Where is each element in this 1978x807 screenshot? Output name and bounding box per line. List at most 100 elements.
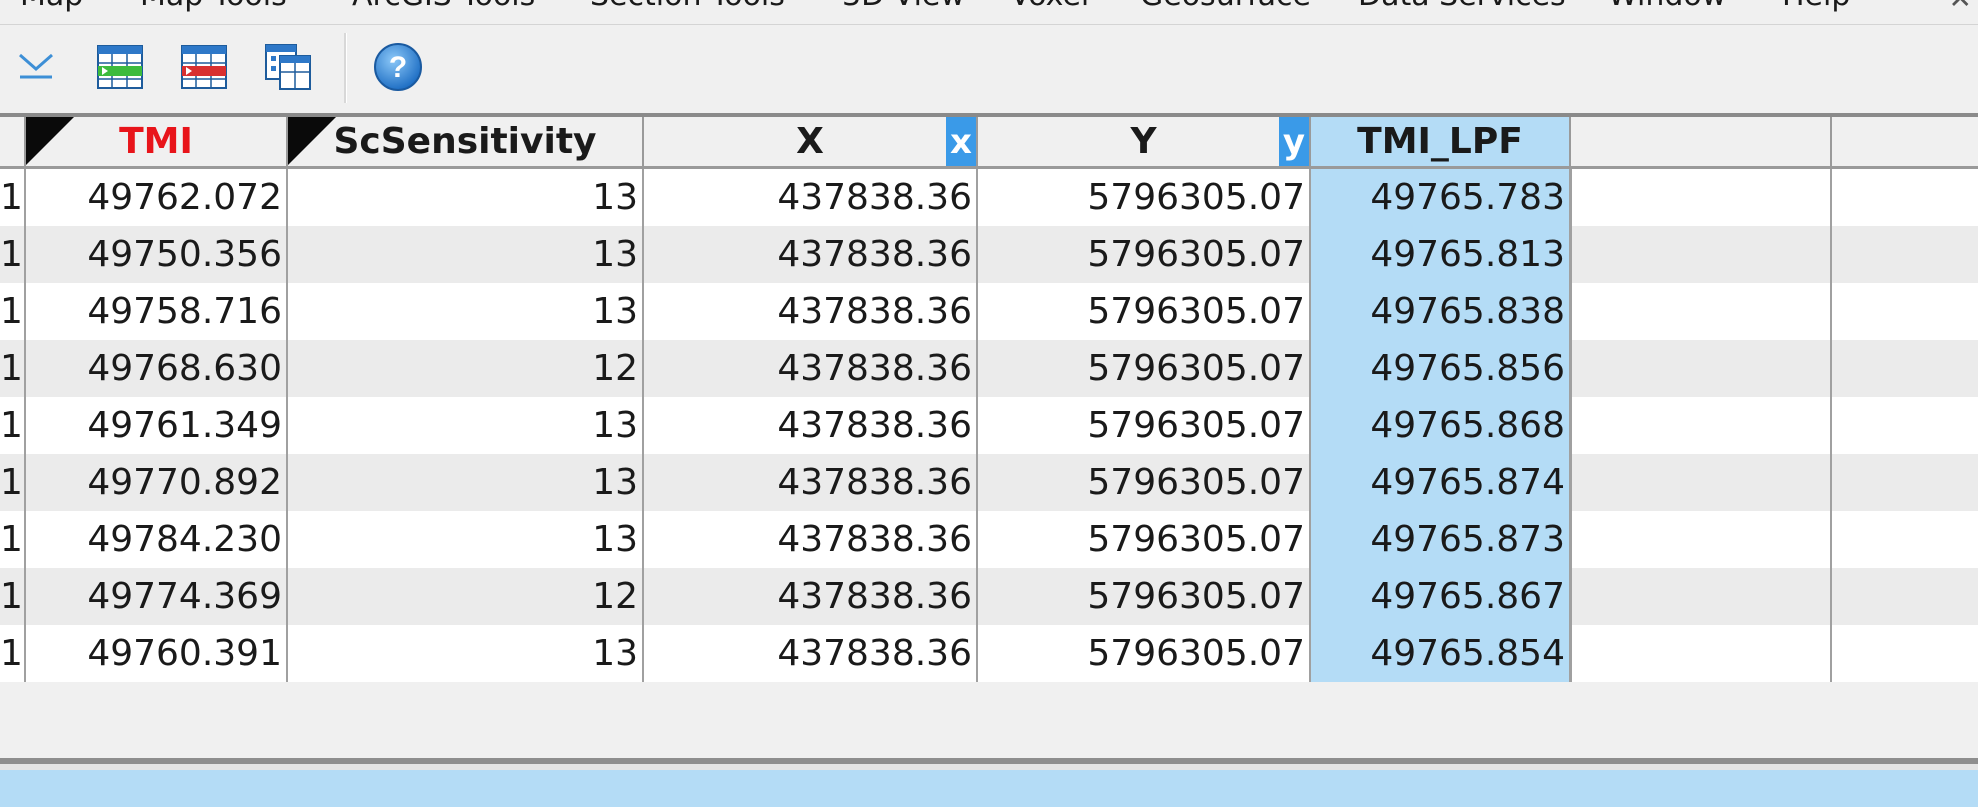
tmi-cell[interactable]: 49761.349: [26, 397, 288, 454]
tmi-lpf-cell[interactable]: 49765.873: [1311, 511, 1571, 568]
locked-column-marker: [26, 117, 74, 165]
grid-properties-button[interactable]: [262, 41, 314, 93]
y-cell[interactable]: 5796305.07: [978, 511, 1311, 568]
y-cell[interactable]: 5796305.07: [978, 283, 1311, 340]
menu-arcgis-tools[interactable]: ArcGIS Tools: [352, 0, 535, 13]
menu-voxel[interactable]: Voxel: [1010, 0, 1089, 13]
scsensitivity-cell[interactable]: 13: [288, 511, 644, 568]
locked-column-marker: [288, 117, 336, 165]
column-header-empty[interactable]: [1571, 117, 1832, 166]
scsensitivity-cell[interactable]: 13: [288, 226, 644, 283]
column-header-tmi-lpf[interactable]: TMI_LPF: [1311, 117, 1571, 166]
column-divider: [1830, 169, 1832, 682]
table-delete-row-icon: [181, 45, 227, 89]
y-cell[interactable]: 5796305.07: [978, 568, 1311, 625]
close-icon[interactable]: ✕: [1949, 0, 1972, 15]
menu-window[interactable]: Window: [1608, 0, 1726, 13]
scsensitivity-cell[interactable]: 13: [288, 454, 644, 511]
scsensitivity-cell[interactable]: 13: [288, 397, 644, 454]
menu-help[interactable]: Help: [1782, 0, 1850, 13]
scsensitivity-cell[interactable]: 12: [288, 568, 644, 625]
scsensitivity-cell[interactable]: 13: [288, 283, 644, 340]
menu-geosurface[interactable]: Geosurface: [1140, 0, 1311, 13]
row-index-cell[interactable]: 1: [0, 226, 26, 283]
y-cell[interactable]: 5796305.07: [978, 169, 1311, 226]
table-add-row-icon: [97, 45, 143, 89]
y-cell[interactable]: 5796305.07: [978, 226, 1311, 283]
collapse-down-icon: [19, 53, 53, 79]
table-row[interactable]: 1 49761.349 13 437838.36 5796305.07 4976…: [0, 397, 1978, 454]
x-cell[interactable]: 437838.36: [644, 511, 978, 568]
table-row[interactable]: 1 49784.230 13 437838.36 5796305.07 4976…: [0, 511, 1978, 568]
table-row[interactable]: 1 49774.369 12 437838.36 5796305.07 4976…: [0, 568, 1978, 625]
table-row[interactable]: 1 49770.892 13 437838.36 5796305.07 4976…: [0, 454, 1978, 511]
scsensitivity-cell[interactable]: 12: [288, 340, 644, 397]
x-cell[interactable]: 437838.36: [644, 226, 978, 283]
row-index-cell[interactable]: 1: [0, 511, 26, 568]
x-cell[interactable]: 437838.36: [644, 340, 978, 397]
column-header-label: X: [796, 121, 824, 162]
table-row[interactable]: 1 49762.072 13 437838.36 5796305.07 4976…: [0, 169, 1978, 226]
menu-3d-view[interactable]: 3D View: [842, 0, 965, 13]
y-cell[interactable]: 5796305.07: [978, 454, 1311, 511]
scsensitivity-cell[interactable]: 13: [288, 169, 644, 226]
menu-section-tools[interactable]: Section Tools: [590, 0, 785, 13]
add-row-button[interactable]: [94, 41, 146, 93]
y-cell[interactable]: 5796305.07: [978, 625, 1311, 682]
tmi-lpf-cell[interactable]: 49765.867: [1311, 568, 1571, 625]
y-cell[interactable]: 5796305.07: [978, 397, 1311, 454]
help-button[interactable]: ?: [372, 41, 424, 93]
tmi-cell[interactable]: 49758.716: [26, 283, 288, 340]
tmi-cell[interactable]: 49762.072: [26, 169, 288, 226]
column-header-label: TMI: [119, 121, 193, 162]
x-cell[interactable]: 437838.36: [644, 625, 978, 682]
table-row[interactable]: 1 49758.716 13 437838.36 5796305.07 4976…: [0, 283, 1978, 340]
tmi-lpf-cell[interactable]: 49765.838: [1311, 283, 1571, 340]
tmi-cell[interactable]: 49768.630: [26, 340, 288, 397]
tmi-lpf-cell[interactable]: 49765.868: [1311, 397, 1571, 454]
grid-header: TMI ScSensitivity X x Y y TMI_LPF: [0, 113, 1978, 169]
collapse-down-button[interactable]: [10, 41, 62, 93]
row-index-cell[interactable]: 1: [0, 283, 26, 340]
row-index-cell[interactable]: 1: [0, 454, 26, 511]
scsensitivity-cell[interactable]: 13: [288, 625, 644, 682]
column-header-scsensitivity[interactable]: ScSensitivity: [288, 117, 644, 166]
menu-data-services[interactable]: Data Services: [1358, 0, 1566, 13]
row-index-cell[interactable]: 1: [0, 169, 26, 226]
table-row[interactable]: 1 49760.391 13 437838.36 5796305.07 4976…: [0, 625, 1978, 682]
x-cell[interactable]: 437838.36: [644, 568, 978, 625]
x-cell[interactable]: 437838.36: [644, 397, 978, 454]
tmi-cell[interactable]: 49760.391: [26, 625, 288, 682]
tmi-lpf-cell[interactable]: 49765.856: [1311, 340, 1571, 397]
table-row[interactable]: 1 49768.630 12 437838.36 5796305.07 4976…: [0, 340, 1978, 397]
y-coordinate-badge: y: [1279, 117, 1309, 166]
tmi-lpf-cell[interactable]: 49765.783: [1311, 169, 1571, 226]
tmi-lpf-cell[interactable]: 49765.813: [1311, 226, 1571, 283]
row-index-cell[interactable]: 1: [0, 340, 26, 397]
tmi-cell[interactable]: 49770.892: [26, 454, 288, 511]
status-bar: [0, 770, 1978, 807]
delete-row-button[interactable]: [178, 41, 230, 93]
column-header-x[interactable]: X x: [644, 117, 978, 166]
x-cell[interactable]: 437838.36: [644, 169, 978, 226]
x-coordinate-badge: x: [946, 117, 976, 166]
tmi-lpf-cell[interactable]: 49765.854: [1311, 625, 1571, 682]
x-cell[interactable]: 437838.36: [644, 283, 978, 340]
column-header-y[interactable]: Y y: [978, 117, 1311, 166]
row-index-cell[interactable]: 1: [0, 625, 26, 682]
x-cell[interactable]: 437838.36: [644, 454, 978, 511]
data-grid: TMI ScSensitivity X x Y y TMI_LPF 1 4976…: [0, 113, 1978, 703]
tmi-cell[interactable]: 49750.356: [26, 226, 288, 283]
menu-map-tools[interactable]: Map Tools: [140, 0, 287, 13]
row-index-header[interactable]: [0, 117, 26, 166]
tmi-lpf-cell[interactable]: 49765.874: [1311, 454, 1571, 511]
row-index-cell[interactable]: 1: [0, 397, 26, 454]
tmi-cell[interactable]: 49774.369: [26, 568, 288, 625]
tmi-cell[interactable]: 49784.230: [26, 511, 288, 568]
y-cell[interactable]: 5796305.07: [978, 340, 1311, 397]
row-index-cell[interactable]: 1: [0, 568, 26, 625]
table-row[interactable]: 1 49750.356 13 437838.36 5796305.07 4976…: [0, 226, 1978, 283]
column-header-tmi[interactable]: TMI: [26, 117, 288, 166]
grid-properties-icon: [265, 44, 311, 90]
menu-map[interactable]: Map: [20, 0, 83, 13]
